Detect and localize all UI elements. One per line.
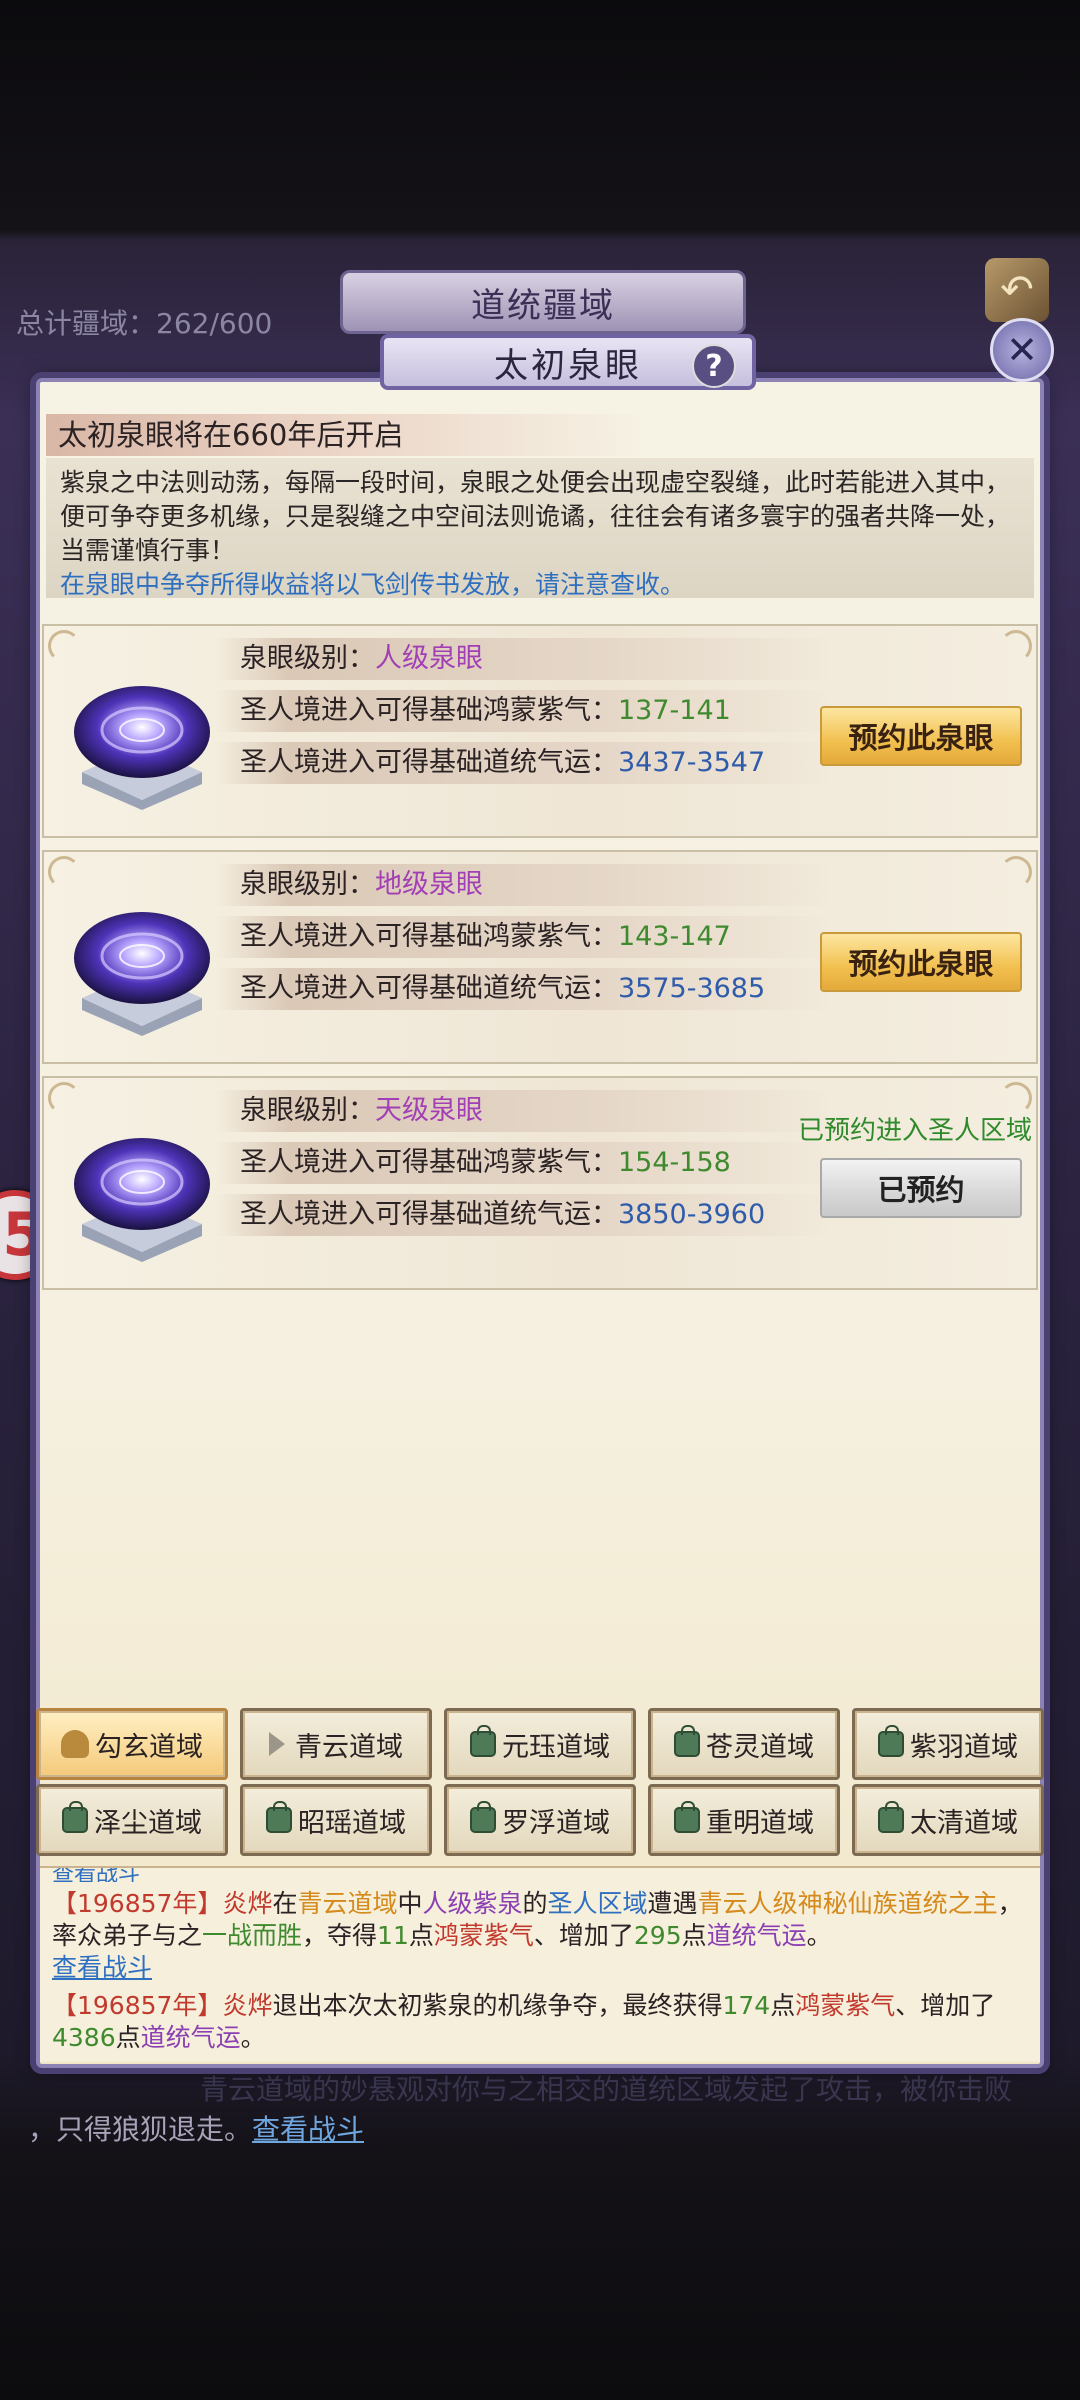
vortex-icon	[74, 686, 210, 810]
reserved-note: 已预约进入圣人区域	[797, 1116, 1032, 1146]
battle-log[interactable]: 查看战斗 【196857年】炎烨在青云道域中人级紫泉的圣人区域遭遇青云人级神秘仙…	[40, 1866, 1040, 2062]
description-text: 紫泉之中法则动荡，每隔一段时间，泉眼之处便会出现虚空裂缝，此时若能进入其中，便可…	[60, 468, 1011, 565]
lock-icon	[674, 1725, 700, 1757]
lock-icon	[62, 1801, 88, 1833]
lock-icon	[878, 1725, 904, 1757]
spring-level-value: 人级泉眼	[375, 643, 483, 674]
tab-yuanjue[interactable]: 元珏道域	[444, 1708, 636, 1780]
spring-qi-value: 154-158	[618, 1147, 731, 1178]
spring-qi-value: 137-141	[618, 695, 731, 726]
tab-taiqing[interactable]: 太清道域	[852, 1784, 1044, 1856]
spring-level: 泉眼级别：人级泉眼	[240, 643, 483, 674]
lock-icon	[470, 1725, 496, 1757]
spring-luck-value: 3850-3960	[618, 1199, 766, 1230]
tab-zhaoyao[interactable]: 昭瑶道域	[240, 1784, 432, 1856]
tab-ziyu[interactable]: 紫羽道域	[852, 1708, 1044, 1780]
spring-qi-reward: 圣人境进入可得基础鸿蒙紫气：154-158	[240, 1147, 731, 1178]
spring-luck-reward: 圣人境进入可得基础道统气运：3575-3685	[240, 973, 766, 1004]
spring-level-value: 地级泉眼	[375, 869, 483, 900]
spring-luck-value: 3575-3685	[618, 973, 766, 1004]
background-log-text: 青云道域的妙悬观对你与之相交的道统区域发起了攻击，被你击败	[200, 2073, 1013, 2106]
tab-qingyun[interactable]: 青云道域	[240, 1708, 432, 1780]
spring-qi-value: 143-147	[618, 921, 731, 952]
close-icon[interactable]: ✕	[990, 318, 1054, 382]
open-notice: 太初泉眼将在660年后开启	[46, 414, 646, 456]
reserved-button[interactable]: 已预约	[820, 1158, 1022, 1218]
spring-luck-value: 3437-3547	[618, 747, 766, 778]
spring-card-human: 泉眼级别：人级泉眼 圣人境进入可得基础鸿蒙紫气：137-141 圣人境进入可得基…	[42, 624, 1038, 838]
log-entry: 【196857年】炎烨在青云道域中人级紫泉的圣人区域遭遇青云人级神秘仙族道统之主…	[52, 1888, 1028, 1984]
spring-qi-reward: 圣人境进入可得基础鸿蒙紫气：137-141	[240, 695, 731, 726]
lock-icon	[878, 1801, 904, 1833]
view-battle-link-cut[interactable]: 查看战斗	[52, 1868, 1028, 1882]
lock-icon	[470, 1801, 496, 1833]
territory-banner: 道统疆域	[340, 270, 746, 334]
reserve-spring-button[interactable]: 预约此泉眼	[820, 706, 1022, 766]
tab-luofu[interactable]: 罗浮道域	[444, 1784, 636, 1856]
person-icon	[61, 1730, 89, 1758]
help-icon[interactable]: ?	[692, 344, 736, 388]
spring-card-heaven: 泉眼级别：天级泉眼 圣人境进入可得基础鸿蒙紫气：154-158 圣人境进入可得基…	[42, 1076, 1038, 1290]
tab-cangling[interactable]: 苍灵道域	[648, 1708, 840, 1780]
spring-level-value: 天级泉眼	[375, 1095, 483, 1126]
spring-qi-reward: 圣人境进入可得基础鸿蒙紫气：143-147	[240, 921, 731, 952]
arrow-icon	[269, 1732, 285, 1756]
background-log-text-2: ，只得狼狈退走。查看战斗	[28, 2113, 365, 2146]
lock-icon	[674, 1801, 700, 1833]
background-view-battle-link[interactable]: 查看战斗	[252, 2113, 364, 2146]
reward-notice: 在泉眼中争夺所得收益将以飞剑传书发放，请注意查收。	[60, 570, 686, 599]
tab-zechen[interactable]: 泽尘道域	[36, 1784, 228, 1856]
tab-chongming[interactable]: 重明道域	[648, 1784, 840, 1856]
spring-level: 泉眼级别：地级泉眼	[240, 869, 483, 900]
spring-luck-reward: 圣人境进入可得基础道统气运：3437-3547	[240, 747, 766, 778]
spring-level: 泉眼级别：天级泉眼	[240, 1095, 483, 1126]
view-battle-link[interactable]: 查看战斗	[52, 1952, 1028, 1984]
reserve-spring-button[interactable]: 预约此泉眼	[820, 932, 1022, 992]
vortex-icon	[74, 1138, 210, 1262]
log-entry: 【196857年】炎烨退出本次太初紫泉的机缘争夺，最终获得174点鸿蒙紫气、增加…	[52, 1991, 996, 2052]
vortex-icon	[74, 912, 210, 1036]
back-arrow-icon[interactable]: ↶	[985, 258, 1049, 322]
lock-icon	[266, 1801, 292, 1833]
total-territory-text: 总计疆域：262/600	[16, 307, 273, 340]
description-box: 紫泉之中法则动荡，每隔一段时间，泉眼之处便会出现虚空裂缝，此时若能进入其中，便可…	[46, 458, 1034, 599]
domain-tabs: 勾玄道域 青云道域 元珏道域 苍灵道域 紫羽道域 泽尘道域 昭瑶道域 罗浮道域 …	[36, 1708, 1044, 1860]
tab-gouxuan[interactable]: 勾玄道域	[36, 1708, 228, 1780]
spring-luck-reward: 圣人境进入可得基础道统气运：3850-3960	[240, 1199, 766, 1230]
spring-card-earth: 泉眼级别：地级泉眼 圣人境进入可得基础鸿蒙紫气：143-147 圣人境进入可得基…	[42, 850, 1038, 1064]
